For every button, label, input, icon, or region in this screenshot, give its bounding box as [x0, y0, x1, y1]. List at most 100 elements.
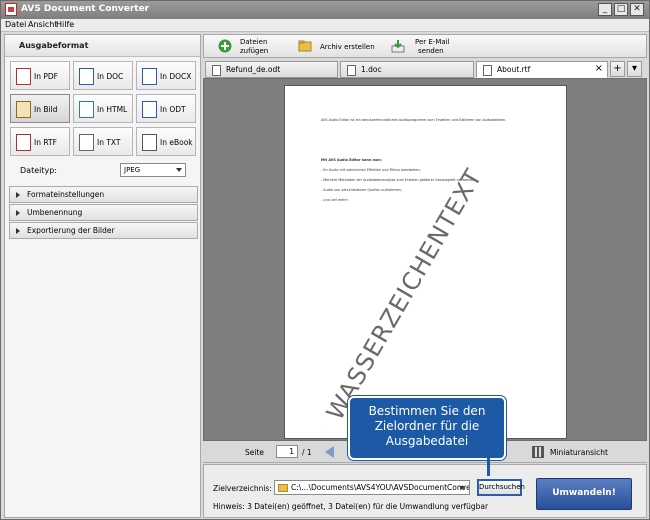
- page-number-input[interactable]: 1: [276, 445, 298, 458]
- preview-text-line: - Mehrere Methoden der Audiodatenanalyse…: [321, 178, 477, 182]
- watermark-text: WASSERZEICHENTEXT: [321, 163, 488, 425]
- pdf-icon: [16, 68, 31, 85]
- browse-button[interactable]: Durchsuchen: [477, 479, 525, 496]
- convert-button[interactable]: Umwandeln!: [536, 478, 632, 510]
- send-email-label-2: senden: [418, 47, 444, 55]
- format-label: In DOC: [97, 72, 124, 81]
- document-icon: [212, 65, 221, 76]
- add-files-label-2: zufügen: [240, 47, 269, 55]
- format-txt-button[interactable]: In TXT: [73, 127, 133, 156]
- tab-about-rtf[interactable]: About.rtf ×: [476, 61, 608, 78]
- close-tab-icon[interactable]: ×: [595, 63, 603, 74]
- menu-ansicht[interactable]: Ansicht: [28, 20, 58, 29]
- add-files-button[interactable]: Dateien zufügen: [216, 35, 286, 59]
- section-label: Exportierung der Bilder: [27, 226, 115, 235]
- target-folder-label: Zielverzeichnis:: [213, 484, 272, 493]
- folder-icon: [278, 484, 288, 492]
- document-tabs: Refund_de.odt 1.doc About.rtf × + ▾: [203, 60, 647, 78]
- tab-menu-button[interactable]: ▾: [627, 61, 642, 77]
- preview-text-line: Mit AVS Audio Editor kann man:: [321, 158, 382, 162]
- document-icon: [483, 65, 492, 76]
- rtf-icon: [16, 134, 31, 151]
- panel-header: Ausgabeformat: [5, 35, 200, 57]
- file-type-value: JPEG: [124, 166, 141, 174]
- odt-icon: [142, 101, 157, 118]
- docx-icon: [142, 68, 157, 85]
- tooltip-callout: Bestimmen Sie den Zielordner für die Aus…: [348, 396, 506, 460]
- format-ebook-button[interactable]: In eBook: [136, 127, 196, 156]
- ebook-icon: [142, 134, 157, 151]
- callout-line-1: Bestimmen Sie den: [368, 404, 486, 418]
- folder-icon: [298, 40, 312, 52]
- callout-pointer: [487, 457, 490, 476]
- document-icon: [347, 65, 356, 76]
- previous-page-icon[interactable]: [325, 446, 334, 458]
- format-label: In DOCX: [160, 72, 192, 81]
- page-label: Seite: [245, 448, 265, 457]
- format-doc-button[interactable]: In DOC: [73, 61, 133, 90]
- txt-icon: [79, 134, 94, 151]
- target-folder-path: C:\...\Documents\AVS4YOU\AVSDocumentConv…: [291, 483, 470, 492]
- app-window: AVS Document Converter _ □ ✕ Datei Ansic…: [0, 0, 650, 520]
- add-icon: [218, 39, 232, 53]
- title-bar: AVS Document Converter _ □ ✕: [1, 1, 649, 19]
- toolbar: Dateien zufügen Archiv erstellen Per E-M…: [203, 34, 647, 58]
- email-download-icon: [391, 40, 405, 53]
- section-label: Umbenennung: [27, 208, 83, 217]
- add-tab-button[interactable]: +: [610, 61, 625, 77]
- format-label: In ODT: [160, 105, 186, 114]
- tab-label: Refund_de.odt: [226, 65, 281, 74]
- section-label: Formateinstellungen: [27, 190, 105, 199]
- file-type-label: Dateityp:: [20, 166, 57, 175]
- menu-datei[interactable]: Datei: [5, 20, 26, 29]
- menu-hilfe[interactable]: Hilfe: [56, 20, 74, 29]
- close-button[interactable]: ✕: [630, 3, 644, 16]
- menu-bar: Datei Ansicht Hilfe: [1, 19, 649, 32]
- format-label: In Bild: [34, 105, 58, 114]
- file-type-select[interactable]: JPEG: [120, 163, 186, 177]
- section-image-export[interactable]: Exportierung der Bilder: [9, 222, 198, 239]
- thumbnails-icon[interactable]: [532, 446, 544, 458]
- expand-arrow-icon: [16, 210, 20, 216]
- status-hint: Hinweis: 3 Datei(en) geöffnet, 3 Datei(e…: [213, 502, 489, 511]
- preview-text-line: - Audio von verschiedenen Quellen aufneh…: [321, 188, 402, 192]
- minimize-button[interactable]: _: [598, 3, 612, 16]
- format-label: In HTML: [97, 105, 128, 114]
- format-image-button[interactable]: In Bild: [10, 94, 70, 123]
- format-odt-button[interactable]: In ODT: [136, 94, 196, 123]
- format-pdf-button[interactable]: In PDF: [10, 61, 70, 90]
- format-label: In eBook: [160, 138, 193, 147]
- page-total: / 1: [302, 448, 312, 457]
- preview-text-line: - Ihr Audio mit zahlreichen Effekten und…: [321, 168, 421, 172]
- format-label: In PDF: [34, 72, 58, 81]
- preview-page: AVS Audio Editor ist ein benutzerfreundl…: [284, 85, 567, 439]
- send-email-label-1: Per E-Mail: [415, 38, 450, 46]
- tab-refund-odt[interactable]: Refund_de.odt: [205, 61, 338, 78]
- preview-text-line: AVS Audio Editor ist ein benutzerfreundl…: [321, 118, 507, 122]
- add-files-label-1: Dateien: [240, 38, 268, 46]
- document-preview: AVS Audio Editor ist ein benutzerfreundl…: [203, 78, 647, 441]
- format-rtf-button[interactable]: In RTF: [10, 127, 70, 156]
- chevron-down-icon: [176, 168, 182, 172]
- tab-1-doc[interactable]: 1.doc: [340, 61, 474, 78]
- app-icon: [5, 3, 17, 16]
- expand-arrow-icon: [16, 192, 20, 198]
- chevron-down-icon: [459, 486, 465, 490]
- section-format-settings[interactable]: Formateinstellungen: [9, 186, 198, 203]
- thumbnails-label[interactable]: Miniaturansicht: [550, 448, 608, 457]
- output-format-panel: Ausgabeformat In PDF In DOC In DOCX In B…: [4, 34, 201, 518]
- callout-line-2: Zielordner für die: [374, 419, 480, 433]
- send-email-button[interactable]: Per E-Mail senden: [389, 35, 464, 59]
- image-icon: [16, 101, 31, 118]
- create-archive-label: Archiv erstellen: [320, 43, 375, 51]
- format-label: In RTF: [34, 138, 57, 147]
- create-archive-button[interactable]: Archiv erstellen: [296, 35, 376, 59]
- html-icon: [79, 101, 94, 118]
- format-label: In TXT: [97, 138, 121, 147]
- target-folder-select[interactable]: C:\...\Documents\AVS4YOU\AVSDocumentConv…: [274, 480, 470, 495]
- section-renaming[interactable]: Umbenennung: [9, 204, 198, 221]
- format-html-button[interactable]: In HTML: [73, 94, 133, 123]
- maximize-button[interactable]: □: [614, 3, 628, 16]
- format-docx-button[interactable]: In DOCX: [136, 61, 196, 90]
- tab-label: 1.doc: [361, 65, 382, 74]
